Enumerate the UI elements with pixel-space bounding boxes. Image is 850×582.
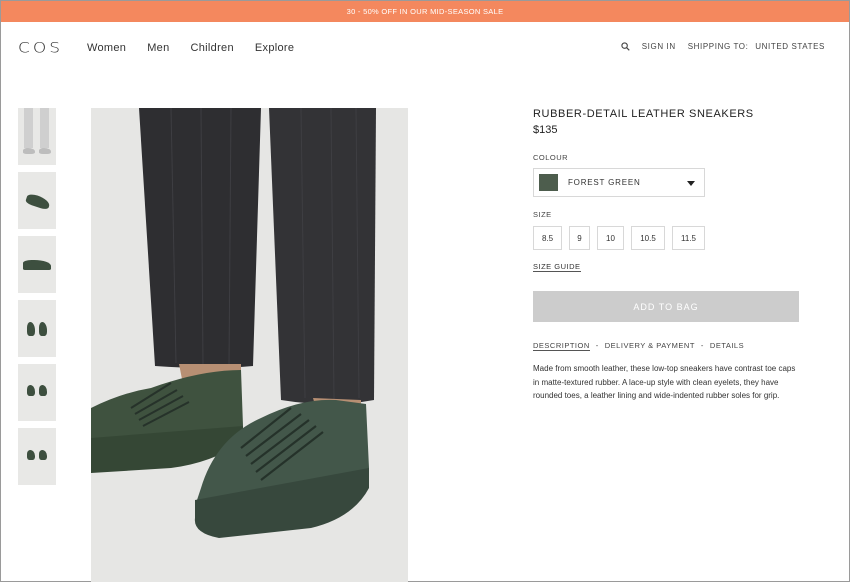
product-tabs: DESCRIPTION - DELIVERY & PAYMENT - DETAI… — [533, 341, 801, 351]
size-options: 8.5 9 10 10.5 11.5 — [533, 226, 801, 250]
tab-delivery-payment[interactable]: DELIVERY & PAYMENT — [605, 341, 695, 351]
tab-separator: - — [595, 341, 599, 350]
site-header: COS Women Men Children Explore SIGN IN S… — [1, 22, 849, 76]
brand-logo[interactable]: COS — [18, 40, 63, 57]
thumbnail-1[interactable] — [18, 108, 56, 165]
nav-item-explore[interactable]: Explore — [255, 42, 294, 54]
thumbnail-5[interactable] — [18, 364, 56, 421]
promo-banner[interactable]: 30 - 50% OFF IN OUR MID-SEASON SALE — [1, 1, 849, 22]
add-to-bag-button[interactable]: ADD TO BAG — [533, 291, 799, 322]
product-info: RUBBER-DETAIL LEATHER SNEAKERS $135 COLO… — [533, 108, 801, 403]
colour-value: FOREST GREEN — [568, 178, 641, 187]
thumbnail-6[interactable] — [18, 428, 56, 485]
tab-description[interactable]: DESCRIPTION — [533, 341, 590, 351]
main-nav: Women Men Children Explore — [87, 42, 294, 54]
size-option-10-5[interactable]: 10.5 — [631, 226, 665, 250]
product-photo — [91, 108, 408, 582]
product-main-image[interactable] — [91, 108, 408, 582]
nav-item-men[interactable]: Men — [147, 42, 169, 54]
size-label: SIZE — [533, 210, 552, 219]
colour-label: COLOUR — [533, 153, 569, 162]
tab-separator: - — [700, 341, 704, 350]
size-guide-link[interactable]: SIZE GUIDE — [533, 262, 581, 272]
size-option-8-5[interactable]: 8.5 — [533, 226, 562, 250]
product-title: RUBBER-DETAIL LEATHER SNEAKERS — [533, 108, 754, 120]
thumbnail-3[interactable] — [18, 236, 56, 293]
nav-item-women[interactable]: Women — [87, 42, 126, 54]
nav-item-children[interactable]: Children — [191, 42, 234, 54]
search-icon[interactable] — [621, 42, 630, 51]
thumbnail-list — [18, 108, 56, 492]
size-option-11-5[interactable]: 11.5 — [672, 226, 705, 250]
size-option-10[interactable]: 10 — [597, 226, 624, 250]
tab-details[interactable]: DETAILS — [710, 341, 744, 351]
colour-dropdown[interactable]: FOREST GREEN — [533, 168, 705, 197]
chevron-down-icon — [687, 181, 695, 186]
colour-swatch — [539, 174, 558, 191]
shipping-selector[interactable]: SHIPPING TO: UNITED STATES — [688, 42, 825, 51]
shipping-label: SHIPPING TO: — [687, 42, 749, 51]
size-option-9[interactable]: 9 — [569, 226, 590, 250]
product-price: $135 — [533, 124, 558, 136]
sign-in-link[interactable]: SIGN IN — [642, 42, 676, 51]
thumbnail-4[interactable] — [18, 300, 56, 357]
header-utilities: SIGN IN SHIPPING TO: UNITED STATES — [621, 42, 825, 51]
thumbnail-2[interactable] — [18, 172, 56, 229]
shipping-country: UNITED STATES — [755, 42, 825, 51]
product-description: Made from smooth leather, these low-top … — [533, 364, 796, 400]
